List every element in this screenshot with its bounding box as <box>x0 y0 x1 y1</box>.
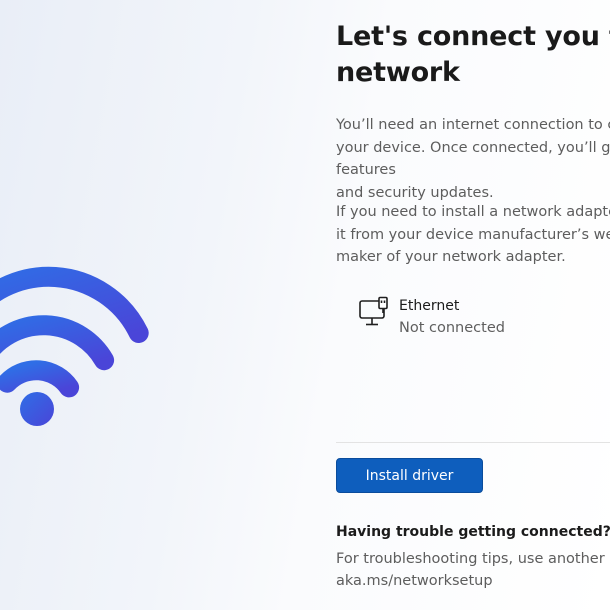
intro-text: You’ll need an internet connection to co… <box>336 117 610 201</box>
divider <box>336 442 610 443</box>
page-title: Let's connect you to a network <box>336 21 610 88</box>
ethernet-icon <box>359 296 388 326</box>
help-heading: Having trouble getting connected? <box>336 524 610 540</box>
setup-panel: Let's connect you to a network You’ll ne… <box>336 0 610 610</box>
help-text: For troubleshooting tips, use another de… <box>336 551 610 589</box>
adapter-note: If you need to install a network adapter… <box>336 204 610 265</box>
illustration-pane <box>0 0 300 610</box>
install-driver-button[interactable]: Install driver <box>336 458 483 493</box>
network-status: Not connected <box>399 320 505 336</box>
wifi-illustration-icon <box>0 266 149 426</box>
network-name: Ethernet <box>399 298 460 314</box>
